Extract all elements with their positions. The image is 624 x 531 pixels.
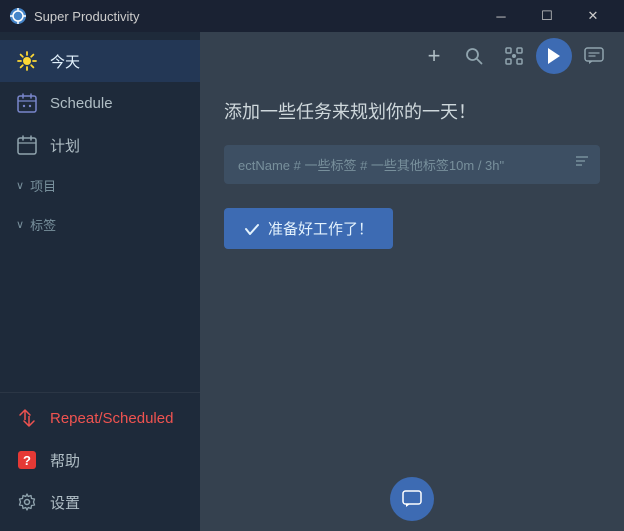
plan-label: 计划 (50, 135, 80, 156)
svg-text:?: ? (23, 453, 31, 468)
window-controls: ─ ☐ ✕ (478, 0, 616, 32)
sidebar-item-schedule[interactable]: Schedule (0, 82, 200, 124)
settings-label: 设置 (50, 492, 80, 513)
tags-label: 标签 (30, 215, 56, 234)
ready-button-label: 准备好工作了！ (268, 218, 373, 239)
sidebar: 今天 Schedule (0, 32, 200, 531)
app-title: Super Productivity (34, 9, 478, 24)
welcome-message: 添加一些任务来规划你的一天！ (224, 100, 600, 125)
sidebar-item-settings[interactable]: 设置 (0, 481, 200, 523)
app-body: 今天 Schedule (0, 32, 624, 531)
schedule-icon (16, 92, 38, 114)
toolbar: + (200, 32, 624, 80)
minimize-button[interactable]: ─ (478, 0, 524, 32)
add-button[interactable]: + (416, 38, 452, 74)
sidebar-section-projects[interactable]: ∨ 项目 (0, 166, 200, 205)
chevron-down-icon: ∨ (16, 179, 24, 192)
task-input-area[interactable]: ectName # 一些标签 # 一些其他标签10m / 3h" (224, 145, 600, 184)
search-button[interactable] (456, 38, 492, 74)
chevron-down-icon-tags: ∨ (16, 218, 24, 231)
app-icon (8, 6, 28, 26)
maximize-button[interactable]: ☐ (524, 0, 570, 32)
plan-icon (16, 134, 38, 156)
sidebar-item-today[interactable]: 今天 (0, 40, 200, 82)
help-label: 帮助 (50, 450, 80, 471)
sidebar-item-plan[interactable]: 计划 (0, 124, 200, 166)
sidebar-section-tags[interactable]: ∨ 标签 (0, 205, 200, 244)
content-area: 添加一些任务来规划你的一天！ ectName # 一些标签 # 一些其他标签10… (200, 80, 624, 531)
sidebar-item-help[interactable]: ? 帮助 (0, 439, 200, 481)
help-icon: ? (16, 449, 38, 471)
sidebar-bottom: Repeat/Scheduled ? 帮助 (0, 392, 200, 523)
schedule-label: Schedule (50, 95, 113, 112)
input-placeholder-text: ectName # 一些标签 # 一些其他标签10m / 3h" (238, 155, 504, 174)
ready-button[interactable]: 准备好工作了！ (224, 208, 393, 249)
floating-action-area (390, 477, 434, 521)
sun-icon (16, 50, 38, 72)
play-button[interactable] (536, 38, 572, 74)
sort-icon (574, 153, 590, 169)
sidebar-spacer (0, 244, 200, 392)
floating-action-button[interactable] (390, 477, 434, 521)
repeat-icon (16, 407, 38, 429)
today-label: 今天 (50, 51, 80, 72)
main-content: + (200, 32, 624, 531)
focus-button[interactable] (496, 38, 532, 74)
projects-label: 项目 (30, 176, 56, 195)
chat-button[interactable] (576, 38, 612, 74)
close-button[interactable]: ✕ (570, 0, 616, 32)
repeat-label: Repeat/Scheduled (50, 410, 173, 427)
settings-icon (16, 491, 38, 513)
titlebar: Super Productivity ─ ☐ ✕ (0, 0, 624, 32)
sidebar-item-repeat[interactable]: Repeat/Scheduled (0, 397, 200, 439)
